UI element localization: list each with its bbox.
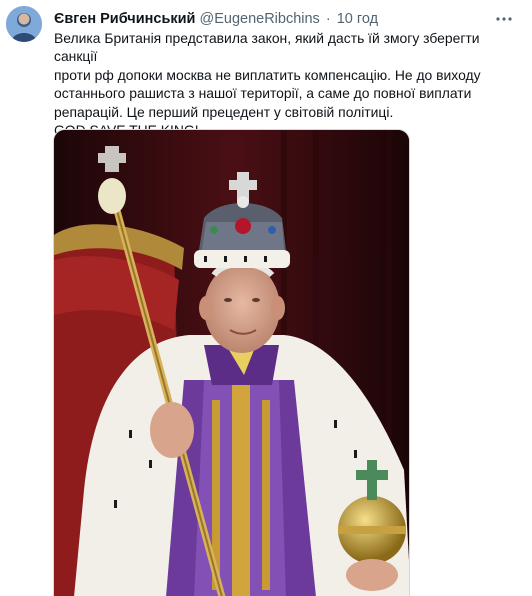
more-horizontal-icon[interactable] — [494, 12, 514, 26]
tweet-photo[interactable] — [53, 129, 410, 596]
separator-dot: · — [325, 11, 331, 27]
tweet-text: Велика Британія представила закон, який … — [54, 29, 524, 139]
tweet-time[interactable]: 10 год — [337, 11, 378, 27]
king-portrait-image — [54, 130, 409, 596]
author-handle[interactable]: @EugeneRibchins — [199, 11, 319, 27]
author-name[interactable]: Євген Рибчинський — [54, 11, 195, 27]
avatar[interactable] — [6, 6, 42, 42]
tweet-text-line: Велика Британія представила закон, який … — [54, 30, 480, 65]
tweet-text-line: останнього рашиста з нашої території, а … — [54, 85, 472, 102]
tweet-text-line: проти рф допоки москва не виплатить комп… — [54, 66, 481, 83]
tweet-header: Євген Рибчинський @EugeneRibchins · 10 г… — [54, 9, 492, 29]
tweet-text-line: репарацій. Це перший прецедент у світові… — [54, 103, 394, 120]
tweet[interactable]: Євген Рибчинський @EugeneRibchins · 10 г… — [0, 0, 532, 596]
